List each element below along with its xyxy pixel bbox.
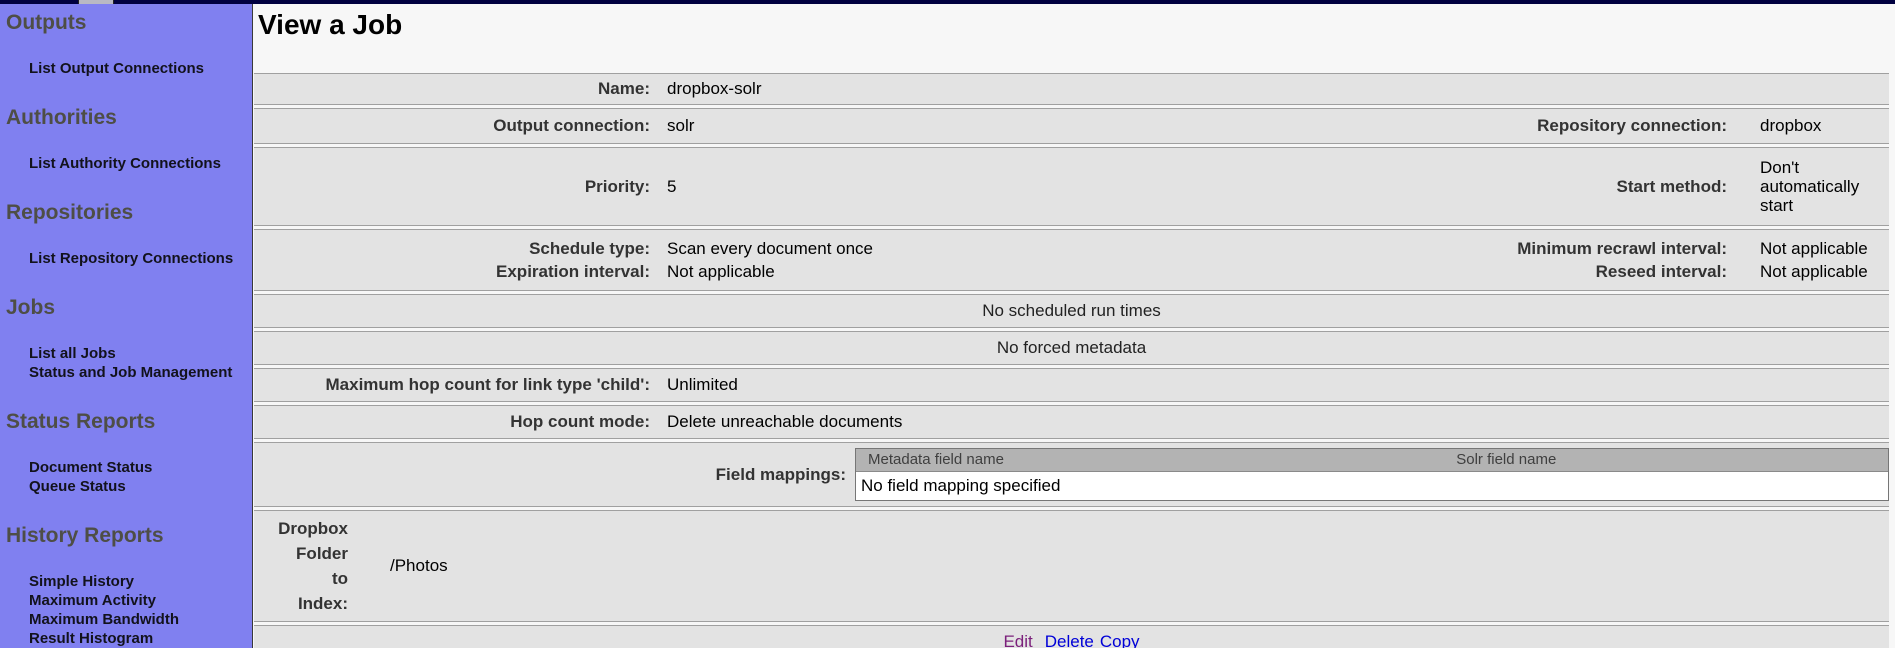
start-method-label: Start method:: [1617, 178, 1744, 196]
max-hop-count-value: Unlimited: [650, 376, 1889, 394]
dropbox-folder-value: /Photos: [348, 557, 1889, 575]
delete-link[interactable]: Delete: [1045, 632, 1094, 648]
field-row-schedule: Schedule type: Expiration interval: Scan…: [254, 229, 1889, 291]
sidebar-item-list-all-jobs[interactable]: List all Jobs: [29, 344, 252, 363]
start-method-value: Don't automatically start: [1743, 158, 1889, 215]
sidebar-item-list-repository-connections[interactable]: List Repository Connections: [29, 249, 252, 268]
sidebar-item-simple-history[interactable]: Simple History: [29, 572, 252, 591]
sidebar: Outputs List Output Connections Authorit…: [0, 4, 253, 648]
sidebar-header-outputs: Outputs: [0, 12, 252, 34]
field-mappings-table: Metadata field name Solr field name No f…: [855, 448, 1889, 501]
sidebar-item-list-output-connections[interactable]: List Output Connections: [29, 59, 252, 78]
field-row-connections: Output connection: solr Repository conne…: [254, 108, 1889, 144]
edit-link[interactable]: Edit: [1003, 632, 1032, 648]
no-forced-metadata-row: No forced metadata: [254, 331, 1889, 365]
hop-count-mode-label: Hop count mode:: [254, 413, 650, 431]
field-mappings-column-solr: Solr field name: [1444, 452, 1888, 468]
no-scheduled-run-times-row: No scheduled run times: [254, 294, 1889, 328]
expiration-interval-value: Not applicable: [667, 260, 1517, 283]
output-connection-value: solr: [650, 117, 1537, 135]
sidebar-item-maximum-activity[interactable]: Maximum Activity: [29, 591, 252, 610]
job-view-table: Name: dropbox-solr Output connection: so…: [254, 73, 1889, 648]
sidebar-item-list-authority-connections[interactable]: List Authority Connections: [29, 154, 252, 173]
sidebar-item-document-status[interactable]: Document Status: [29, 458, 252, 477]
schedule-type-value: Scan every document once: [667, 237, 1517, 260]
top-notch: [78, 0, 114, 4]
field-mappings-column-metadata: Metadata field name: [856, 452, 1444, 468]
top-border: [0, 0, 1895, 4]
sidebar-section-authorities: Authorities List Authority Connections: [0, 107, 252, 173]
reseed-interval-value: Not applicable: [1760, 260, 1889, 283]
min-recrawl-interval-label: Minimum recrawl interval:: [1517, 237, 1727, 260]
name-label: Name:: [254, 80, 650, 98]
repository-connection-label: Repository connection:: [1537, 117, 1743, 135]
field-row-dropbox-folder: Dropbox Folder to Index: /Photos: [254, 510, 1889, 622]
min-recrawl-interval-value: Not applicable: [1760, 237, 1889, 260]
dropbox-folder-label: Dropbox Folder to Index:: [254, 516, 348, 616]
sidebar-header-jobs: Jobs: [0, 297, 252, 319]
sidebar-section-jobs: Jobs List all Jobs Status and Job Manage…: [0, 297, 252, 382]
field-mappings-empty-message: No field mapping specified: [856, 472, 1888, 500]
field-mappings-label: Field mappings:: [254, 466, 846, 484]
sidebar-section-status-reports: Status Reports Document Status Queue Sta…: [0, 411, 252, 496]
expiration-interval-label: Expiration interval:: [254, 260, 650, 283]
sidebar-section-repositories: Repositories List Repository Connections: [0, 202, 252, 268]
max-hop-count-label: Maximum hop count for link type 'child':: [254, 376, 650, 394]
priority-value: 5: [650, 178, 1617, 196]
job-actions-row: Edit Delete Copy: [254, 625, 1889, 648]
sidebar-header-history-reports: History Reports: [0, 525, 252, 547]
sidebar-item-queue-status[interactable]: Queue Status: [29, 477, 252, 496]
sidebar-section-history-reports: History Reports Simple History Maximum A…: [0, 525, 252, 648]
sidebar-section-outputs: Outputs List Output Connections: [0, 12, 252, 78]
page: Outputs List Output Connections Authorit…: [0, 0, 1895, 648]
repository-connection-value: dropbox: [1743, 117, 1889, 135]
field-row-field-mappings: Field mappings: Metadata field name Solr…: [254, 442, 1889, 507]
sidebar-header-authorities: Authorities: [0, 107, 252, 129]
field-row-priority: Priority: 5 Start method: Don't automati…: [254, 147, 1889, 226]
field-row-max-hop-count: Maximum hop count for link type 'child':…: [254, 368, 1889, 402]
page-title: View a Job: [258, 8, 1889, 42]
sidebar-item-maximum-bandwidth[interactable]: Maximum Bandwidth: [29, 610, 252, 629]
priority-label: Priority:: [254, 178, 650, 196]
main-content: View a Job Name: dropbox-solr Output con…: [253, 4, 1895, 648]
hop-count-mode-value: Delete unreachable documents: [650, 413, 1889, 431]
sidebar-item-result-histogram[interactable]: Result Histogram: [29, 629, 252, 648]
sidebar-header-status-reports: Status Reports: [0, 411, 252, 433]
name-value: dropbox-solr: [650, 80, 1889, 98]
sidebar-item-status-and-job-management[interactable]: Status and Job Management: [29, 363, 252, 382]
copy-link[interactable]: Copy: [1100, 632, 1140, 648]
field-row-hop-count-mode: Hop count mode: Delete unreachable docum…: [254, 405, 1889, 439]
schedule-type-label: Schedule type:: [254, 237, 650, 260]
reseed-interval-label: Reseed interval:: [1517, 260, 1727, 283]
output-connection-label: Output connection:: [254, 117, 650, 135]
field-row-name: Name: dropbox-solr: [254, 73, 1889, 105]
sidebar-header-repositories: Repositories: [0, 202, 252, 224]
